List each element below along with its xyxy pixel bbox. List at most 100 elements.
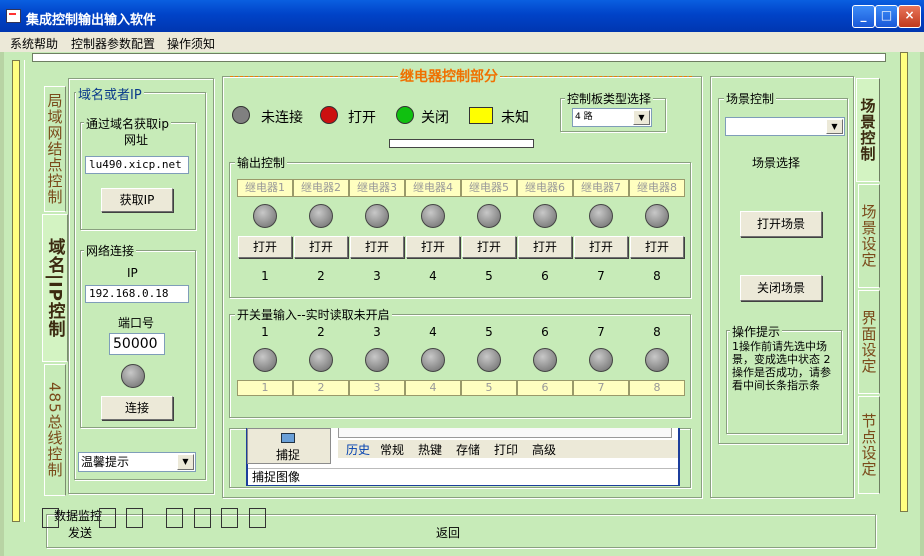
relay-number-2: 2 [317,269,325,283]
tab-node-setting[interactable]: 节点设定 [858,396,880,494]
relay-open-button-8[interactable]: 打开 [630,236,684,258]
capture-status: 捕捉图像 [248,468,678,485]
input-cell-7: 7 [573,380,629,396]
data-monitor-label: 数据监控 [54,509,103,523]
monitor-box-2 [99,508,116,528]
relay-open-button-3[interactable]: 打开 [350,236,404,258]
legend-unknown-label: 未知 [501,110,529,126]
input-number-1: 1 [261,325,269,339]
input-status-led-3 [365,348,389,372]
relay-open-button-5[interactable]: 打开 [462,236,516,258]
tab-interface-setting[interactable]: 界面设定 [858,290,880,394]
monitor-box-1 [42,508,59,528]
menu-controller-config[interactable]: 控制器参数配置 [71,35,155,52]
overlay-tab-print[interactable]: 打印 [494,441,518,458]
relay-number-3: 3 [373,269,381,283]
hint-combo[interactable]: 温馨提示 ▼ [78,452,196,472]
input-status-led-1 [253,348,277,372]
tab-scene-setting[interactable]: 场景设定 [858,184,880,288]
overlay-tab-general[interactable]: 常规 [380,441,404,458]
send-label: 发送 [68,526,93,540]
board-type-select[interactable]: 4 路 ▼ [572,108,652,127]
get-ip-button[interactable]: 获取IP [101,188,173,212]
right-scroll-strip [900,52,908,512]
minimize-button[interactable]: _ [852,5,875,28]
capture-button[interactable]: 捕捉 [247,428,331,464]
ip-label: IP [127,266,138,280]
legend-closed-dot [396,106,414,124]
relay-open-button-2[interactable]: 打开 [294,236,348,258]
relay-status-led-2 [309,204,333,228]
menu-system-help[interactable]: 系统帮助 [10,35,58,52]
input-cell-5: 5 [461,380,517,396]
maximize-button[interactable]: □ [875,5,898,28]
network-group-label: 网络连接 [84,242,137,259]
monitor-box-4 [166,508,183,528]
legend-unknown-box [469,107,493,124]
board-type-label: 控制板类型选择 [565,90,654,107]
scene-select-label: 场景选择 [752,156,801,170]
port-label: 端口号 [118,316,155,330]
window-title: 集成控制输出输入软件 [26,13,157,28]
board-type-value: 4 路 [575,112,593,122]
top-strip [32,53,886,62]
overlay-tab-hotkey[interactable]: 热键 [418,441,442,458]
input-status-led-2 [309,348,333,372]
return-label: 返回 [436,526,461,540]
relay-label-5: 继电器5 [461,179,517,197]
chevron-down-icon[interactable]: ▼ [177,454,194,470]
input-cell-8: 8 [629,380,685,396]
connect-button[interactable]: 连接 [101,396,173,420]
ip-input[interactable]: 192.168.0.18 [85,285,189,303]
input-number-2: 2 [317,325,325,339]
input-cell-6: 6 [517,380,573,396]
menu-instructions[interactable]: 操作须知 [167,35,215,52]
close-scene-button[interactable]: 关闭场景 [740,275,822,301]
relay-number-6: 6 [541,269,549,283]
input-number-8: 8 [653,325,661,339]
relay-label-6: 继电器6 [517,179,573,197]
scene-group-label: 场景控制 [724,90,777,107]
chevron-down-icon[interactable]: ▼ [826,119,843,134]
port-input[interactable]: 50000 [109,333,165,355]
tab-485-bus-control[interactable]: 485总线控制 [44,364,66,496]
legend-disconnected-label: 未连接 [261,110,303,126]
input-cell-3: 3 [349,380,405,396]
url-label: 网址 [124,133,149,147]
domain-ip-title: 域名或者IP [76,84,144,103]
switch-input-group [229,314,691,418]
monitor-box-7 [249,508,266,528]
relay-status-led-1 [253,204,277,228]
input-cell-2: 2 [293,380,349,396]
capture-label: 捕捉 [276,448,301,462]
scene-select[interactable]: ▼ [725,117,845,136]
input-number-3: 3 [373,325,381,339]
relay-number-8: 8 [653,269,661,283]
close-button[interactable]: × [898,5,921,28]
relay-number-4: 4 [429,269,437,283]
relay-open-button-7[interactable]: 打开 [574,236,628,258]
input-cell-4: 4 [405,380,461,396]
switch-input-label: 开关量输入--实时读取未开启 [235,306,392,323]
relay-open-button-1[interactable]: 打开 [238,236,292,258]
relay-number-5: 5 [485,269,493,283]
tab-lan-node-control[interactable]: 局域网结点控制 [44,86,66,212]
tab-scene-control[interactable]: 场景控制 [856,78,880,182]
progress-indicator-bar [389,139,534,148]
input-status-led-5 [477,348,501,372]
overlay-tab-history[interactable]: 历史 [346,441,370,458]
overlay-tab-advanced[interactable]: 高级 [532,441,556,458]
domain-lookup-label: 通过域名获取ip [84,115,171,132]
input-cell-1: 1 [237,380,293,396]
tips-text: 1操作前请先选中场景，变成选中状态 2操作是否成功，请参看中间长条指示条 [732,340,831,392]
hint-combo-value: 温馨提示 [81,455,130,469]
relay-open-button-6[interactable]: 打开 [518,236,572,258]
url-input[interactable]: lu490.xicp.net [85,156,189,174]
menu-bar: 系统帮助 控制器参数配置 操作须知 [0,32,924,52]
chevron-down-icon[interactable]: ▼ [633,110,650,125]
tab-domain-ip-control[interactable]: 域名|IP控制 [42,214,68,362]
open-scene-button[interactable]: 打开场景 [740,211,822,237]
overlay-tab-storage[interactable]: 存储 [456,441,480,458]
legend-closed-label: 关闭 [421,110,449,126]
relay-open-button-4[interactable]: 打开 [406,236,460,258]
